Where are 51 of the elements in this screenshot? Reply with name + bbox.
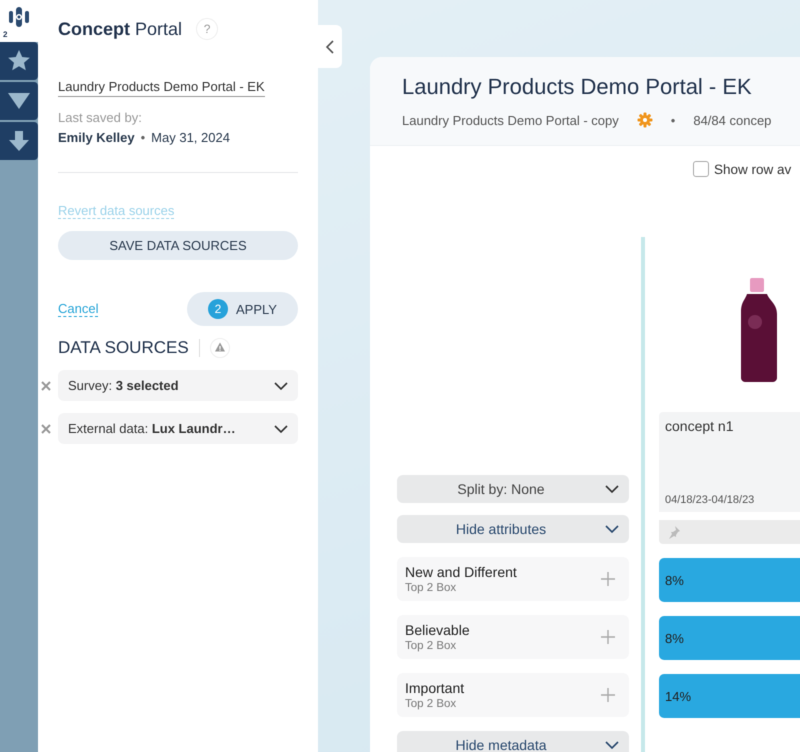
separator-dot: •: [140, 130, 146, 145]
attribute-metric: Top 2 Box: [405, 640, 458, 652]
attribute-name: Believable: [405, 622, 470, 638]
saved-by-name: Emily Kelley: [58, 130, 135, 145]
source-dropdown[interactable]: Survey: 3 selected: [58, 370, 298, 401]
concept-dates: 04/18/23-04/18/23: [665, 494, 756, 506]
count-label: 2: [3, 30, 8, 39]
checkbox-label: Show row av: [714, 162, 792, 176]
section-heading: DATA SOURCES: [58, 338, 189, 358]
score-bar: 8%: [659, 558, 800, 602]
download-icon[interactable]: [0, 122, 38, 160]
collapse-button[interactable]: [318, 25, 342, 68]
chevron-down-icon: [605, 485, 619, 493]
chevron-down-icon: [274, 424, 288, 432]
split-by-dropdown[interactable]: Split by: None: [397, 475, 629, 503]
settings-icon[interactable]: [636, 112, 653, 128]
attribute-metric: Top 2 Box: [405, 698, 458, 710]
apply-button[interactable]: 2 APPLY: [187, 292, 298, 326]
checkbox[interactable]: [693, 161, 709, 177]
plus-icon[interactable]: [601, 572, 615, 586]
attribute-name: Important: [405, 680, 464, 696]
portal-title: Laundry Products Demo Portal - EK: [402, 74, 753, 100]
portal-name-link[interactable]: Laundry Products Demo Portal - EK: [58, 79, 265, 97]
attribute-metric: Top 2 Box: [405, 582, 458, 594]
concept-card[interactable]: concept n1 04/18/23-04/18/23: [659, 412, 800, 512]
chevron-left-icon: [326, 40, 334, 54]
score-bar: 8%: [659, 616, 800, 660]
concept-count: 84/84 concep: [693, 112, 772, 128]
remove-icon[interactable]: [41, 424, 51, 434]
plus-icon[interactable]: [601, 688, 615, 702]
pin-icon[interactable]: [667, 525, 681, 539]
remove-icon[interactable]: [41, 380, 51, 390]
last-saved-label: Last saved by:: [58, 110, 143, 125]
hide-attributes-dropdown[interactable]: Hide attributes: [397, 515, 629, 543]
filter-icon[interactable]: [0, 82, 38, 120]
chevron-down-icon: [605, 741, 619, 749]
plus-icon[interactable]: [601, 630, 615, 644]
save-button[interactable]: SAVE DATA SOURCES: [58, 231, 298, 260]
concept-name: concept n1: [665, 418, 734, 434]
logo-icon[interactable]: [8, 6, 30, 28]
hide-metadata-dropdown[interactable]: Hide metadata: [397, 731, 629, 752]
source-dropdown[interactable]: External data: Lux Laundr…: [58, 413, 298, 444]
separator-dot: •: [670, 112, 676, 128]
chevron-down-icon: [274, 382, 288, 390]
score-bar: 14%: [659, 674, 800, 718]
attribute-name: New and Different: [405, 564, 517, 580]
saved-date: May 31, 2024: [151, 130, 230, 145]
chevron-down-icon: [605, 525, 619, 533]
portal-subtitle: Laundry Products Demo Portal - copy: [402, 112, 619, 128]
panel-title: Concept Portal: [58, 18, 182, 40]
warning-icon[interactable]: [210, 338, 230, 358]
